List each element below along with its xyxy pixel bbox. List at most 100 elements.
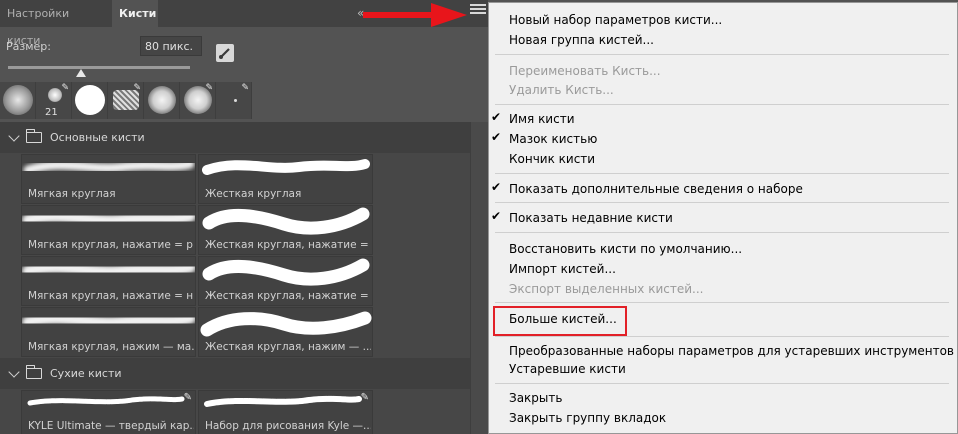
brush-name: Мягкая круглая, нажатие = н...: [28, 290, 194, 302]
hard-stroke-preview: [202, 159, 370, 175]
soft-stroke-preview: [22, 312, 195, 329]
brush-name: Мягкая круглая, нажим — ма...: [28, 341, 194, 353]
hard-stroke-preview: [202, 258, 370, 286]
brush-list: Основные кисти Мягкая круглая Жесткая кр…: [0, 122, 470, 434]
menu-legacy-brushes[interactable]: Устаревшие кисти: [509, 360, 626, 378]
reset-brush-button[interactable]: [216, 44, 234, 62]
check-icon: ✔: [491, 209, 502, 223]
brush-name: KYLE Ultimate — твердый кар...: [28, 420, 194, 432]
size-slider[interactable]: [8, 66, 190, 69]
soft-stroke-preview: [23, 159, 195, 175]
recent-brush[interactable]: ✎ 21: [36, 82, 72, 119]
brush-name: Мягкая круглая: [28, 188, 116, 200]
brush-item[interactable]: ✎ Набор для рисования Kyle —...: [198, 390, 373, 434]
folder-icon: [25, 365, 42, 379]
menu-converted-legacy[interactable]: Преобразованные наборы параметров для ус…: [509, 342, 954, 360]
texture-tip-icon: [113, 90, 139, 110]
recent-brush[interactable]: ✎: [108, 82, 144, 119]
check-icon: ✔: [491, 110, 502, 124]
menu-separator: [495, 173, 949, 174]
pressure-pen-icon: ✎: [183, 392, 192, 403]
brush-item[interactable]: ✎ KYLE Ultimate — твердый кар...: [21, 390, 196, 434]
menu-show-additional-info[interactable]: Показать дополнительные сведения о набор…: [509, 180, 803, 198]
menu-separator: [495, 302, 949, 303]
menu-restore-default[interactable]: Восстановить кисти по умолчанию...: [509, 240, 742, 258]
brush-item[interactable]: Жесткая круглая: [198, 154, 373, 204]
brush-item[interactable]: Жесткая круглая, нажатие = ...: [198, 205, 373, 255]
menu-brush-stroke[interactable]: Мазок кистью: [509, 130, 597, 148]
hard-tip-icon: [75, 85, 105, 115]
brush-name: Жесткая круглая, нажатие = ...: [205, 290, 371, 302]
menu-rename-brush: Переименовать Кисть...: [509, 64, 661, 78]
recent-brushes: ✎ 21 ✎ ✎ ✎: [0, 82, 252, 119]
recent-brush-size: 21: [45, 107, 58, 118]
pressure-pen-icon: ✎: [360, 392, 369, 403]
brush-item[interactable]: Мягкая круглая: [21, 154, 196, 204]
folder-icon: [25, 129, 42, 143]
brush-group-header[interactable]: Сухие кисти: [0, 358, 470, 389]
check-icon: ✔: [491, 180, 502, 194]
tab-brush-settings[interactable]: Настройки кисти: [0, 0, 110, 47]
chevron-down-icon[interactable]: [8, 365, 20, 378]
brushes-panel: Настройки кисти Кисти « Размер: ✎ 21 ✎: [0, 0, 488, 434]
brush-list-scrollbar[interactable]: [470, 122, 488, 434]
brush-reset-icon: [219, 48, 230, 59]
recent-brush[interactable]: ✎: [180, 82, 216, 119]
brush-item[interactable]: Жесткая круглая, нажатие = ...: [198, 256, 373, 306]
brush-item[interactable]: Мягкая круглая, нажатие = н...: [21, 256, 196, 306]
menu-close-tab-group[interactable]: Закрыть группу вкладок: [509, 409, 666, 427]
menu-import-brushes[interactable]: Импорт кистей...: [509, 260, 616, 278]
pressure-pen-icon: ✎: [241, 83, 249, 93]
menu-brush-tip[interactable]: Кончик кисти: [509, 150, 595, 168]
brush-name: Набор для рисования Kyle —...: [205, 420, 371, 432]
menu-separator: [495, 104, 949, 105]
soft-tip-icon: [3, 85, 33, 115]
tiny-tip-icon: [234, 99, 237, 102]
recent-brush[interactable]: [144, 82, 180, 119]
recent-brush[interactable]: [72, 82, 108, 119]
group-title: Сухие кисти: [50, 367, 122, 380]
brush-name: Жесткая круглая, нажим — ...: [205, 341, 371, 353]
soft-stroke-preview: [22, 261, 195, 278]
brush-item[interactable]: Жесткая круглая, нажим — ...: [198, 307, 373, 357]
chevron-down-icon[interactable]: [8, 129, 20, 142]
hard-stroke-preview: [202, 207, 370, 235]
menu-new-brush-preset[interactable]: Новый набор параметров кисти...: [509, 11, 722, 29]
menu-separator: [495, 54, 949, 55]
brush-item[interactable]: Мягкая круглая, нажатие = р...: [21, 205, 196, 255]
brush-name: Жесткая круглая, нажатие = ...: [205, 239, 371, 251]
brush-item[interactable]: Мягкая круглая, нажим — ма...: [21, 307, 196, 357]
highlight-box: [493, 306, 627, 336]
hard-stroke-preview: [200, 311, 372, 337]
brush-name: Жесткая круглая: [205, 188, 302, 200]
menu-separator: [495, 202, 949, 203]
recent-brush[interactable]: ✎: [216, 82, 252, 119]
recent-brush[interactable]: [0, 82, 36, 119]
menu-separator: [495, 336, 949, 337]
soft-tip-icon: [48, 88, 62, 102]
group-title: Основные кисти: [50, 131, 145, 144]
menu-separator: [495, 232, 949, 233]
menu-new-brush-group[interactable]: Новая группа кистей...: [509, 31, 654, 49]
menu-delete-brush: Удалить Кисть...: [509, 83, 614, 97]
dry-stroke-preview: [27, 396, 185, 406]
pressure-pen-icon: ✎: [61, 83, 69, 93]
menu-separator: [495, 383, 949, 384]
menu-show-recent-brushes[interactable]: Показать недавние кисти: [509, 209, 673, 227]
check-icon: ✔: [491, 130, 502, 144]
tab-brushes[interactable]: Кисти: [112, 0, 158, 27]
brush-name: Мягкая круглая, нажатие = р...: [28, 239, 194, 251]
soft-stroke-preview: [22, 210, 195, 227]
red-arrow-annotation: [363, 3, 467, 27]
size-input[interactable]: [140, 36, 202, 56]
brush-group-header[interactable]: Основные кисти: [0, 122, 470, 153]
panel-menu-icon[interactable]: [470, 4, 486, 18]
size-slider-thumb[interactable]: [75, 69, 86, 77]
size-label: Размер:: [6, 40, 51, 53]
menu-brush-name[interactable]: Имя кисти: [509, 110, 575, 128]
dry-stroke-preview: [204, 395, 362, 407]
splatter-tip-icon: [148, 86, 176, 114]
menu-export-selected: Экспорт выделенных кистей...: [509, 282, 704, 296]
pressure-pen-icon: ✎: [205, 83, 213, 93]
menu-close[interactable]: Закрыть: [509, 389, 562, 407]
